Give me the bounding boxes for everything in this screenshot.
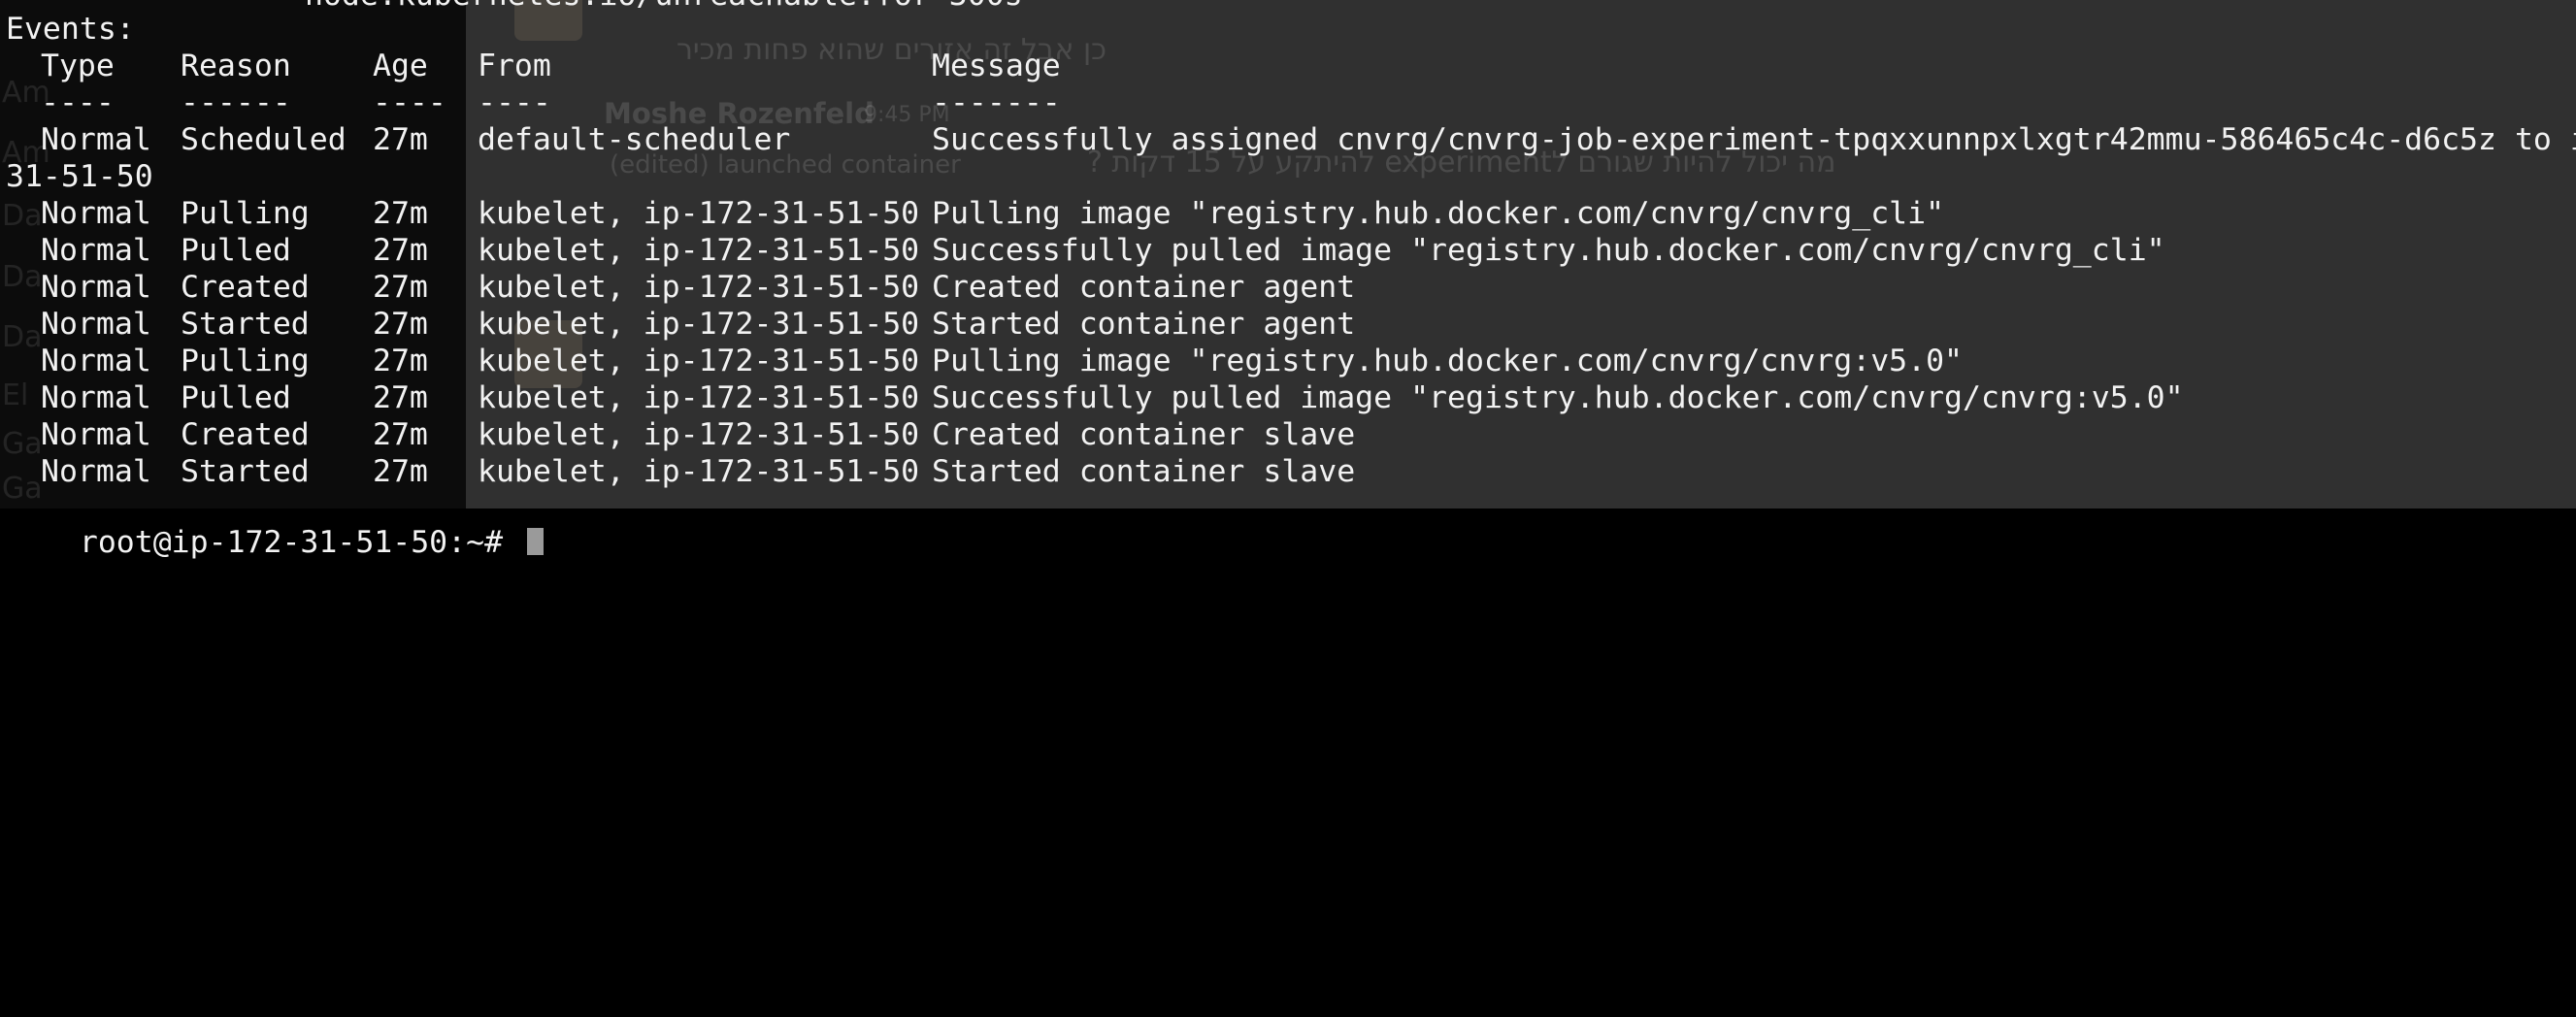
shell-prompt-line[interactable]: root@ip-172-31-51-50:~# bbox=[6, 487, 545, 560]
events-label: Events: bbox=[6, 12, 135, 47]
event-row: Normal Pulled 27m kubelet, ip-172-31-51-… bbox=[6, 379, 2568, 416]
separator: ------- bbox=[932, 85, 1061, 120]
event-row: Normal Pulled 27m kubelet, ip-172-31-51-… bbox=[6, 232, 2568, 269]
event-message: Pulling image "registry.hub.docker.com/c… bbox=[932, 196, 1945, 231]
separator: ---- bbox=[478, 85, 551, 120]
event-from: kubelet, ip-172-31-51-50 bbox=[478, 344, 920, 378]
event-from: kubelet, ip-172-31-51-50 bbox=[478, 307, 920, 342]
event-age: 27m bbox=[373, 196, 428, 231]
separator: ---- bbox=[41, 85, 115, 120]
event-type: Normal bbox=[41, 270, 151, 305]
event-from: kubelet, ip-172-31-51-50 bbox=[478, 270, 920, 305]
event-age: 27m bbox=[373, 307, 428, 342]
event-reason: Created bbox=[181, 417, 310, 452]
event-row: Normal Scheduled 27m default-scheduler S… bbox=[6, 121, 2576, 158]
event-type: Normal bbox=[41, 344, 151, 378]
event-message: Created container agent bbox=[932, 270, 1356, 305]
event-row: Normal Pulling 27m kubelet, ip-172-31-51… bbox=[6, 343, 2568, 379]
event-age: 27m bbox=[373, 417, 428, 452]
wrapped-line-continuation: 31-51-50 bbox=[6, 159, 153, 194]
event-reason: Scheduled bbox=[181, 122, 347, 157]
terminal-line-fragment: node.kubernetes.io/unreachable:for 300s bbox=[305, 0, 1023, 14]
event-row: Normal Created 27m kubelet, ip-172-31-51… bbox=[6, 269, 2568, 306]
event-type: Normal bbox=[41, 307, 151, 342]
event-message: Started container slave bbox=[932, 454, 1356, 489]
event-from: kubelet, ip-172-31-51-50 bbox=[478, 196, 920, 231]
event-reason: Pulling bbox=[181, 196, 310, 231]
event-message: Pulling image "registry.hub.docker.com/c… bbox=[932, 344, 1964, 378]
event-type: Normal bbox=[41, 454, 151, 489]
event-message: Successfully pulled image "registry.hub.… bbox=[932, 233, 2165, 268]
event-row: Normal Started 27m kubelet, ip-172-31-51… bbox=[6, 453, 2568, 490]
event-reason: Created bbox=[181, 270, 310, 305]
event-age: 27m bbox=[373, 122, 428, 157]
event-age: 27m bbox=[373, 454, 428, 489]
event-type: Normal bbox=[41, 233, 151, 268]
event-reason: Started bbox=[181, 454, 310, 489]
event-row: Normal Started 27m kubelet, ip-172-31-51… bbox=[6, 306, 2568, 343]
terminal-output[interactable]: node.kubernetes.io/unreachable:for 300s … bbox=[0, 0, 2576, 560]
event-type: Normal bbox=[41, 196, 151, 231]
events-separator-row: ---- ------ ---- ---- ------- bbox=[6, 84, 2568, 121]
event-type: Normal bbox=[41, 380, 151, 415]
events-header-row: Type Reason Age From Message bbox=[6, 48, 2568, 84]
event-from: kubelet, ip-172-31-51-50 bbox=[478, 233, 920, 268]
event-from: kubelet, ip-172-31-51-50 bbox=[478, 417, 920, 452]
header-message: Message bbox=[932, 49, 1061, 83]
event-age: 27m bbox=[373, 344, 428, 378]
header-reason: Reason bbox=[181, 49, 291, 83]
event-message: Successfully pulled image "registry.hub.… bbox=[932, 380, 2184, 415]
event-from: default-scheduler bbox=[478, 122, 791, 157]
separator: ---- bbox=[373, 85, 446, 120]
event-age: 27m bbox=[373, 270, 428, 305]
event-age: 27m bbox=[373, 380, 428, 415]
event-reason: Pulled bbox=[181, 233, 291, 268]
event-from: kubelet, ip-172-31-51-50 bbox=[478, 454, 920, 489]
text-cursor bbox=[527, 528, 545, 555]
event-type: Normal bbox=[41, 122, 151, 157]
event-row: Normal Created 27m kubelet, ip-172-31-51… bbox=[6, 416, 2568, 453]
header-age: Age bbox=[373, 49, 428, 83]
shell-prompt: root@ip-172-31-51-50:~# bbox=[79, 525, 522, 560]
header-type: Type bbox=[41, 49, 115, 83]
event-age: 27m bbox=[373, 233, 428, 268]
event-reason: Started bbox=[181, 307, 310, 342]
event-from: kubelet, ip-172-31-51-50 bbox=[478, 380, 920, 415]
event-type: Normal bbox=[41, 417, 151, 452]
event-message: Created container slave bbox=[932, 417, 1356, 452]
separator: ------ bbox=[181, 85, 291, 120]
event-reason: Pulled bbox=[181, 380, 291, 415]
header-from: From bbox=[478, 49, 551, 83]
event-row: Normal Pulling 27m kubelet, ip-172-31-51… bbox=[6, 195, 2568, 232]
event-reason: Pulling bbox=[181, 344, 310, 378]
event-message: Successfully assigned cnvrg/cnvrg-job-ex… bbox=[932, 122, 2576, 157]
event-message: Started container agent bbox=[932, 307, 1356, 342]
